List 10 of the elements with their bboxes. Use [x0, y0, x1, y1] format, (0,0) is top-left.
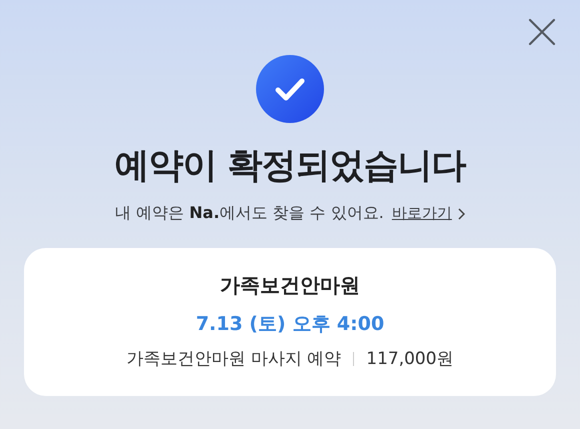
title: 예약이 확정되었습니다 — [114, 145, 466, 188]
service-name: 가족보건안마원 마사지 예약 — [126, 348, 342, 370]
close-icon[interactable] — [528, 18, 556, 46]
price: 117,000원 — [366, 348, 454, 370]
shortcut-link[interactable]: 바로가기 — [392, 204, 452, 223]
booking-datetime: 7.13 (토) 오후 4:00 — [196, 312, 384, 337]
message: 내 예약은 Na.에서도 찾을 수 있어요. — [115, 203, 384, 224]
place-name: 가족보건안마원 — [220, 272, 360, 299]
chevron-icon[interactable] — [458, 208, 465, 220]
check-icon — [255, 54, 325, 124]
